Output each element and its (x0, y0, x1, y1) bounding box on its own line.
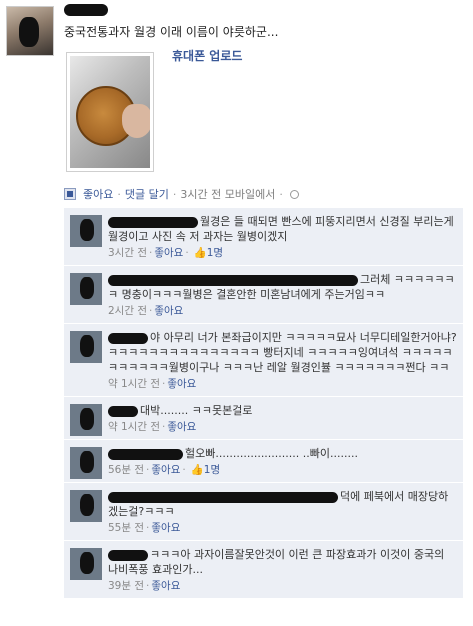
comment-list: 월경은 들 때되면 빤스에 피뚱지리면서 신경질 부리는게 월경이고 사진 속 … (64, 208, 463, 599)
separator: · (172, 187, 177, 201)
post-actions: 좋아요 · 댓글 달기 · 3시간 전 모바일에서 · (64, 186, 299, 202)
comment-time[interactable]: 약 1시간 전 (108, 421, 160, 433)
comment-body: 대박........ ㅋㅋ못본걸로 (108, 403, 457, 418)
comment-body: ㅋㅋㅋ아 과자이름잘못안것이 이런 큰 파장효과가 이것이 중국의 나비폭풍 효… (108, 547, 457, 577)
comment-item: 헐오빠........................ ..빠이........… (64, 440, 463, 483)
comment-meta: 39분 전 · 좋아요 (108, 580, 181, 592)
comment-meta: 55분 전 · 좋아요 (108, 522, 181, 534)
comment-like-count[interactable]: 1명 (204, 464, 220, 476)
comment-meta: 2시간 전 · 좋아요 (108, 305, 184, 317)
commenter-name-redacted[interactable] (108, 405, 138, 417)
mobile-upload-icon (64, 188, 76, 200)
comment-item: 월경은 들 때되면 빤스에 피뚱지리면서 신경질 부리는게 월경이고 사진 속 … (64, 208, 463, 266)
commenter-name-redacted[interactable] (108, 448, 183, 460)
comment-text: 대박........ ㅋㅋ못본걸로 (140, 404, 253, 417)
avatar-redaction (80, 552, 94, 574)
post-time[interactable]: 3시간 전 모바일에서 (180, 186, 275, 202)
comment-time[interactable]: 56분 전 (108, 464, 144, 476)
commenter-name-redacted[interactable] (108, 216, 198, 228)
comment-button[interactable]: 댓글 달기 (125, 186, 169, 202)
comment-like-button[interactable]: 좋아요 (154, 247, 183, 259)
comment-like-button[interactable]: 좋아요 (151, 522, 180, 534)
avatar-redaction (80, 277, 94, 299)
comment-time[interactable]: 약 1시간 전 (108, 378, 160, 390)
comment-item: 야 아무리 너가 본좌급이지만 ㅋㅋㅋㅋㅋ묘사 너무디테일한거아냐?ㅋㅋㅋㅋㅋㅋ… (64, 324, 463, 397)
comment-like-button[interactable]: 좋아요 (167, 421, 196, 433)
post-photo[interactable] (66, 52, 154, 172)
avatar-redaction (80, 494, 94, 516)
commenter-name-redacted[interactable] (108, 549, 148, 561)
commenter-name-redacted[interactable] (108, 274, 358, 286)
commenter-avatar[interactable] (70, 404, 102, 436)
poster-avatar[interactable] (6, 6, 54, 56)
hand-image (122, 104, 150, 138)
comment-text: ㅋㅋㅋ아 과자이름잘못안것이 이런 큰 파장효과가 이것이 중국의 나비폭풍 효… (108, 548, 445, 576)
separator: · (279, 187, 283, 201)
avatar-redaction (80, 335, 94, 357)
commenter-avatar[interactable] (70, 273, 102, 305)
comment-text: 야 아무리 너가 본좌급이지만 ㅋㅋㅋㅋㅋ묘사 너무디테일한거아냐?ㅋㅋㅋㅋㅋㅋ… (108, 331, 457, 374)
comment-body: 헐오빠........................ ..빠이........ (108, 446, 457, 461)
photo-image (70, 56, 150, 168)
comment-time[interactable]: 55분 전 (108, 522, 144, 534)
comment-item: 그러체 ㅋㅋㅋㅋㅋㅋㅋ 명충이ㅋㅋㅋ월병은 결혼안한 미혼남녀에게 주는거임ㅋㅋ… (64, 266, 463, 324)
mobile-upload-link[interactable]: 휴대폰 업로드 (172, 47, 242, 64)
commenter-avatar[interactable] (70, 548, 102, 580)
comment-like-button[interactable]: 좋아요 (151, 580, 180, 592)
comment-body: 덕에 페북에서 매장당하겠는걸?ㅋㅋㅋ (108, 489, 457, 519)
avatar-redaction (80, 219, 94, 241)
avatar-redaction (80, 451, 94, 473)
thumbs-up-icon: 👍 (193, 247, 207, 259)
comment-time[interactable]: 2시간 전 (108, 305, 147, 317)
comment-meta: 약 1시간 전 · 좋아요 (108, 378, 197, 390)
commenter-avatar[interactable] (70, 490, 102, 522)
commenter-avatar[interactable] (70, 447, 102, 479)
comment-body: 그러체 ㅋㅋㅋㅋㅋㅋㅋ 명충이ㅋㅋㅋ월병은 결혼안한 미혼남녀에게 주는거임ㅋㅋ (108, 272, 457, 302)
avatar-redaction (80, 408, 94, 430)
comment-text: 헐오빠........................ ..빠이........ (185, 447, 358, 460)
comment-like-button[interactable]: 좋아요 (154, 305, 183, 317)
comment-meta: 56분 전 · 좋아요 · 👍1명 (108, 464, 221, 476)
poster-name-redacted[interactable] (64, 4, 108, 16)
separator: · (117, 187, 121, 201)
commenter-name-redacted[interactable] (108, 491, 338, 503)
avatar-redaction (19, 17, 39, 47)
comment-time[interactable]: 3시간 전 (108, 247, 147, 259)
comment-meta: 3시간 전 · 좋아요 · 👍1명 (108, 247, 224, 259)
comment-time[interactable]: 39분 전 (108, 580, 144, 592)
comment-item: ㅋㅋㅋ아 과자이름잘못안것이 이런 큰 파장효과가 이것이 중국의 나비폭풍 효… (64, 541, 463, 599)
comment-like-count[interactable]: 1명 (207, 247, 223, 259)
comment-like-button[interactable]: 좋아요 (151, 464, 180, 476)
comment-body: 월경은 들 때되면 빤스에 피뚱지리면서 신경질 부리는게 월경이고 사진 속 … (108, 214, 457, 244)
globe-icon (289, 189, 299, 199)
thumbs-up-icon: 👍 (190, 464, 204, 476)
comment-item: 덕에 페북에서 매장당하겠는걸?ㅋㅋㅋ 55분 전 · 좋아요 (64, 483, 463, 541)
like-button[interactable]: 좋아요 (83, 186, 113, 202)
comment-body: 야 아무리 너가 본좌급이지만 ㅋㅋㅋㅋㅋ묘사 너무디테일한거아냐?ㅋㅋㅋㅋㅋㅋ… (108, 330, 457, 375)
comment-meta: 약 1시간 전 · 좋아요 (108, 421, 197, 433)
post-text: 중국전통과자 월경 이래 이름이 야릇하군... (64, 25, 279, 39)
comment-like-button[interactable]: 좋아요 (167, 378, 196, 390)
commenter-avatar[interactable] (70, 331, 102, 363)
commenter-name-redacted[interactable] (108, 332, 148, 344)
commenter-avatar[interactable] (70, 215, 102, 247)
comment-item: 대박........ ㅋㅋ못본걸로 약 1시간 전 · 좋아요 (64, 397, 463, 440)
